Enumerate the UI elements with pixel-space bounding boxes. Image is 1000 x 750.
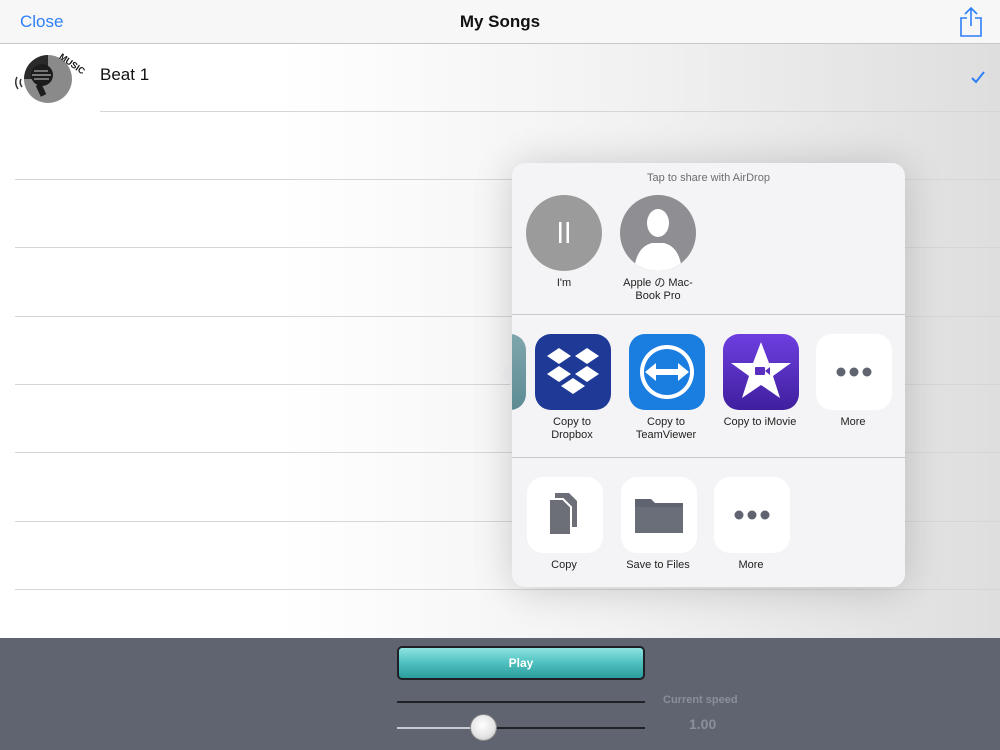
folder-icon	[621, 477, 697, 553]
divider-line	[397, 701, 645, 703]
action-label: Save to Files	[626, 559, 690, 571]
app-label: More	[840, 416, 866, 428]
speed-slider-track[interactable]	[483, 727, 645, 729]
page-title: My Songs	[459, 12, 541, 31]
row-separator	[100, 111, 1000, 112]
row-separator	[15, 589, 1000, 590]
airdrop-target-im[interactable]: I'm	[517, 195, 611, 305]
airdrop-header: Tap to share with AirDrop	[647, 172, 770, 184]
pause-icon	[526, 195, 602, 271]
player-toolbar: Play Current speed 1.00	[0, 638, 1000, 750]
airdrop-target-macbook[interactable]: Apple の Mac- Book Pro	[611, 195, 705, 305]
song-art-lettering: MUSIC	[57, 51, 87, 76]
more-apps[interactable]: More	[806, 334, 900, 444]
more-actions[interactable]: More	[704, 477, 798, 587]
sheet-divider	[512, 457, 905, 458]
speed-label: Current speed	[663, 694, 738, 706]
app-label: Copy to iMovie	[723, 416, 797, 428]
app-label: Copy to TeamViewer	[635, 416, 697, 441]
copy-to-imovie[interactable]: Copy to iMovie	[713, 334, 807, 444]
more-dots-icon	[816, 334, 892, 410]
app-label: Copy to Dropbox	[551, 416, 593, 441]
navigation-bar: Close My Songs	[0, 0, 1000, 44]
song-title: Beat 1	[100, 65, 150, 84]
svg-text:MUSIC: MUSIC	[57, 51, 87, 76]
popover-arrow	[500, 362, 512, 386]
action-label: Copy	[551, 559, 577, 571]
person-silhouette-icon	[620, 195, 696, 271]
save-to-files-action[interactable]: Save to Files	[611, 477, 705, 587]
share-sheet: Tap to share with AirDrop I'm Apple の Ma…	[512, 163, 905, 587]
share-icon[interactable]	[958, 6, 984, 38]
sheet-divider	[512, 314, 905, 315]
airdrop-target-label: Apple の Mac- Book Pro	[623, 277, 693, 302]
copy-action[interactable]: Copy	[517, 477, 611, 587]
song-row[interactable]: MUSIC Beat 1	[0, 44, 1000, 111]
more-dots-icon	[714, 477, 790, 553]
airdrop-target-label: I'm	[556, 277, 572, 289]
copy-documents-icon	[527, 477, 603, 553]
copy-to-teamviewer[interactable]: Copy to TeamViewer	[619, 334, 713, 444]
partial-app-icon[interactable]	[512, 334, 526, 410]
speed-slider-knob[interactable]	[470, 714, 497, 741]
dropbox-icon	[535, 334, 611, 410]
imovie-star-icon	[723, 334, 799, 410]
speed-value: 1.00	[689, 716, 717, 732]
copy-to-dropbox[interactable]: Copy to Dropbox	[525, 334, 619, 444]
checkmark-icon	[971, 71, 985, 84]
action-label: More	[738, 559, 764, 571]
teamviewer-icon	[629, 334, 705, 410]
play-button[interactable]: Play	[397, 646, 645, 680]
